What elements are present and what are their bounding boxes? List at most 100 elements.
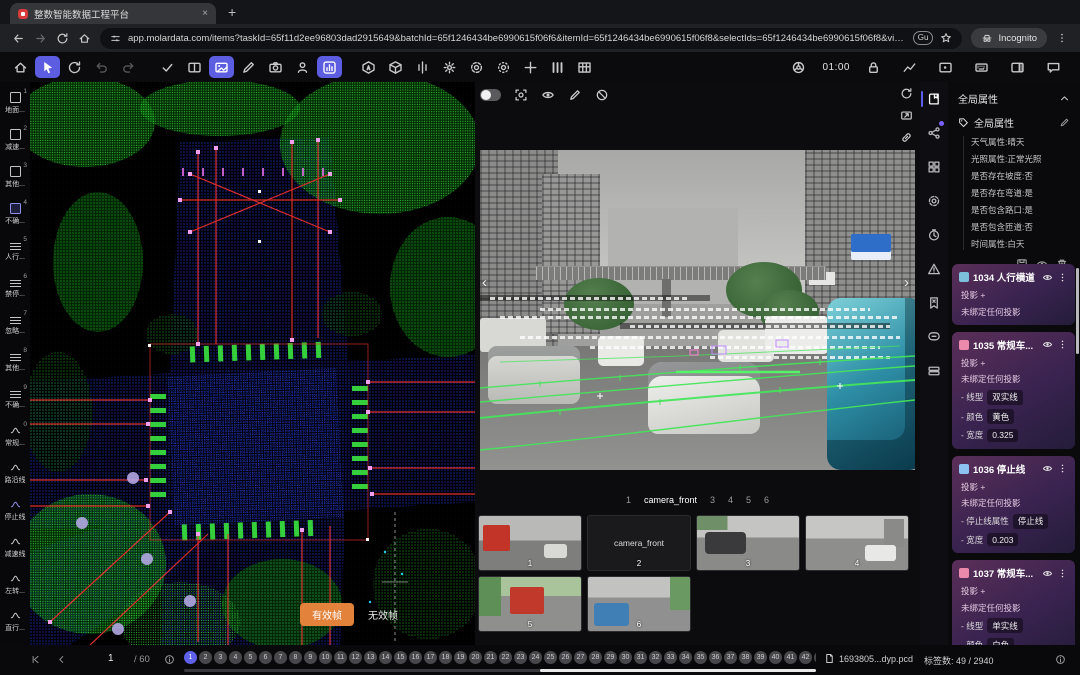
class-item-禁停[interactable]: 6禁停... [0, 270, 30, 307]
frame-2-button[interactable]: 2 [199, 651, 212, 664]
current-frame-input[interactable]: 1 [108, 653, 114, 664]
bookmark-star-icon[interactable] [940, 32, 952, 44]
frame-18-button[interactable]: 18 [439, 651, 452, 664]
camera-thumbnail-3[interactable]: 3 [696, 515, 800, 571]
class-item-路沿线[interactable]: 路沿线 [0, 455, 30, 492]
new-tab-button[interactable]: + [228, 4, 236, 20]
screen-share-icon[interactable] [900, 109, 913, 122]
class-item-地面[interactable]: 1地面... [0, 85, 30, 122]
frame-36-button[interactable]: 36 [709, 651, 722, 664]
lasso-tool-button[interactable] [236, 56, 261, 78]
class-item-左转[interactable]: 左转... [0, 566, 30, 603]
redo-button[interactable] [116, 56, 141, 78]
person-view-button[interactable] [290, 56, 315, 78]
next-image-chevron[interactable]: › [904, 274, 909, 291]
link-views-icon[interactable] [900, 131, 913, 144]
class-item-忽略[interactable]: 7忽略... [0, 307, 30, 344]
frame-info-icon[interactable] [164, 654, 175, 665]
gear-solid-button[interactable] [437, 56, 462, 78]
attribute-value-chip[interactable]: 0.203 [987, 533, 1018, 546]
frame-5-button[interactable]: 5 [244, 651, 257, 664]
edit-attributes-icon[interactable] [1059, 117, 1070, 128]
annotation-card-1037[interactable]: 1037 常规车...投影 +未绑定任何投影- 线型单实线- 颜色白色 [952, 560, 1075, 645]
prev-frame-button[interactable] [56, 654, 67, 665]
overview-grid-button[interactable] [920, 156, 948, 178]
card-visibility-icon[interactable] [1042, 463, 1053, 474]
card-visibility-icon[interactable] [1042, 568, 1053, 579]
class-item-减速[interactable]: 2减速... [0, 122, 30, 159]
frame-13-button[interactable]: 13 [364, 651, 377, 664]
annotation-card-1034[interactable]: 1034 人行横道投影 +未绑定任何投影 [952, 264, 1075, 325]
frame-20-button[interactable]: 20 [469, 651, 482, 664]
frame-26-button[interactable]: 26 [559, 651, 572, 664]
class-item-停止线[interactable]: 停止线 [0, 492, 30, 529]
confirm-button[interactable] [155, 56, 180, 78]
translate-icon[interactable]: Gu [913, 31, 934, 45]
frame-35-button[interactable]: 35 [694, 651, 707, 664]
card-menu-icon[interactable] [1057, 339, 1068, 350]
camera-thumbnail-6[interactable]: 6 [587, 576, 691, 632]
pointcloud-viewport[interactable]: 有效帧 无效帧 [30, 82, 475, 645]
issues-button[interactable] [920, 258, 948, 280]
card-visibility-icon[interactable] [1042, 272, 1053, 283]
home-icon[interactable] [78, 32, 91, 45]
annotation-card-1035[interactable]: 1035 常规车...投影 +未绑定任何投影- 线型双实线- 颜色黄色- 宽度0… [952, 332, 1075, 449]
frame-scroll-thumb[interactable] [540, 669, 816, 672]
layers-button[interactable] [920, 360, 948, 382]
frame-33-button[interactable]: 33 [664, 651, 677, 664]
frame-32-button[interactable]: 32 [649, 651, 662, 664]
relations-button[interactable] [920, 122, 948, 144]
frame-40-button[interactable]: 40 [769, 651, 782, 664]
browser-tab[interactable]: 整数智能数据工程平台 × [10, 3, 216, 24]
timeline-help-icon[interactable] [1055, 654, 1066, 665]
frame-27-button[interactable]: 27 [574, 651, 587, 664]
frame-9-button[interactable]: 9 [304, 651, 317, 664]
refresh-button[interactable] [62, 56, 87, 78]
comment-button[interactable] [920, 326, 948, 348]
camera-tab-4[interactable]: 4 [728, 495, 733, 505]
collapse-chevron-icon[interactable] [1059, 93, 1070, 104]
forward-icon[interactable] [34, 32, 47, 45]
frame-17-button[interactable]: 17 [424, 651, 437, 664]
frame-24-button[interactable]: 24 [529, 651, 542, 664]
history-button[interactable] [920, 224, 948, 246]
image-view-button[interactable] [209, 56, 234, 78]
camera-tab-5[interactable]: 5 [746, 495, 751, 505]
disable-overlay-icon[interactable] [595, 88, 609, 102]
frame-38-button[interactable]: 38 [739, 651, 752, 664]
frame-37-button[interactable]: 37 [724, 651, 737, 664]
undo-button[interactable] [89, 56, 114, 78]
class-item-减速线[interactable]: 减速线 [0, 529, 30, 566]
draw-icon[interactable] [568, 88, 582, 102]
visibility-icon[interactable] [541, 88, 555, 102]
steering-settings-button[interactable] [786, 56, 811, 78]
attribute-value-chip[interactable]: 双实线 [987, 390, 1023, 405]
attribute-value-chip[interactable]: 停止线 [1013, 514, 1049, 529]
lock-button[interactable] [861, 56, 886, 78]
split-view-button[interactable] [182, 56, 207, 78]
reload-icon[interactable] [56, 32, 69, 45]
align-tool-button[interactable] [410, 56, 435, 78]
frame-34-button[interactable]: 34 [679, 651, 692, 664]
frame-22-button[interactable]: 22 [499, 651, 512, 664]
refresh-view-icon[interactable] [900, 87, 913, 100]
frame-31-button[interactable]: 31 [634, 651, 647, 664]
frame-6-button[interactable]: 6 [259, 651, 272, 664]
url-field[interactable]: app.molardata.com/items?taskId=65f11d2ee… [100, 28, 962, 49]
valid-frame-button[interactable]: 有效帧 [300, 603, 354, 626]
gear-dotted-button[interactable] [491, 56, 516, 78]
card-menu-icon[interactable] [1057, 272, 1068, 283]
frame-7-button[interactable]: 7 [274, 651, 287, 664]
card-menu-icon[interactable] [1057, 463, 1068, 474]
cube-tool-button[interactable] [383, 56, 408, 78]
attribute-value-chip[interactable]: 白色 [987, 638, 1014, 646]
frame-19-button[interactable]: 19 [454, 651, 467, 664]
frame-1-button[interactable]: 1 [184, 651, 197, 664]
grid-merge-button[interactable] [572, 56, 597, 78]
frame-15-button[interactable]: 15 [394, 651, 407, 664]
first-frame-button[interactable] [30, 654, 41, 665]
columns-view-button[interactable] [545, 56, 570, 78]
frame-11-button[interactable]: 11 [334, 651, 347, 664]
frame-28-button[interactable]: 28 [589, 651, 602, 664]
bookmarks-button[interactable] [920, 292, 948, 314]
